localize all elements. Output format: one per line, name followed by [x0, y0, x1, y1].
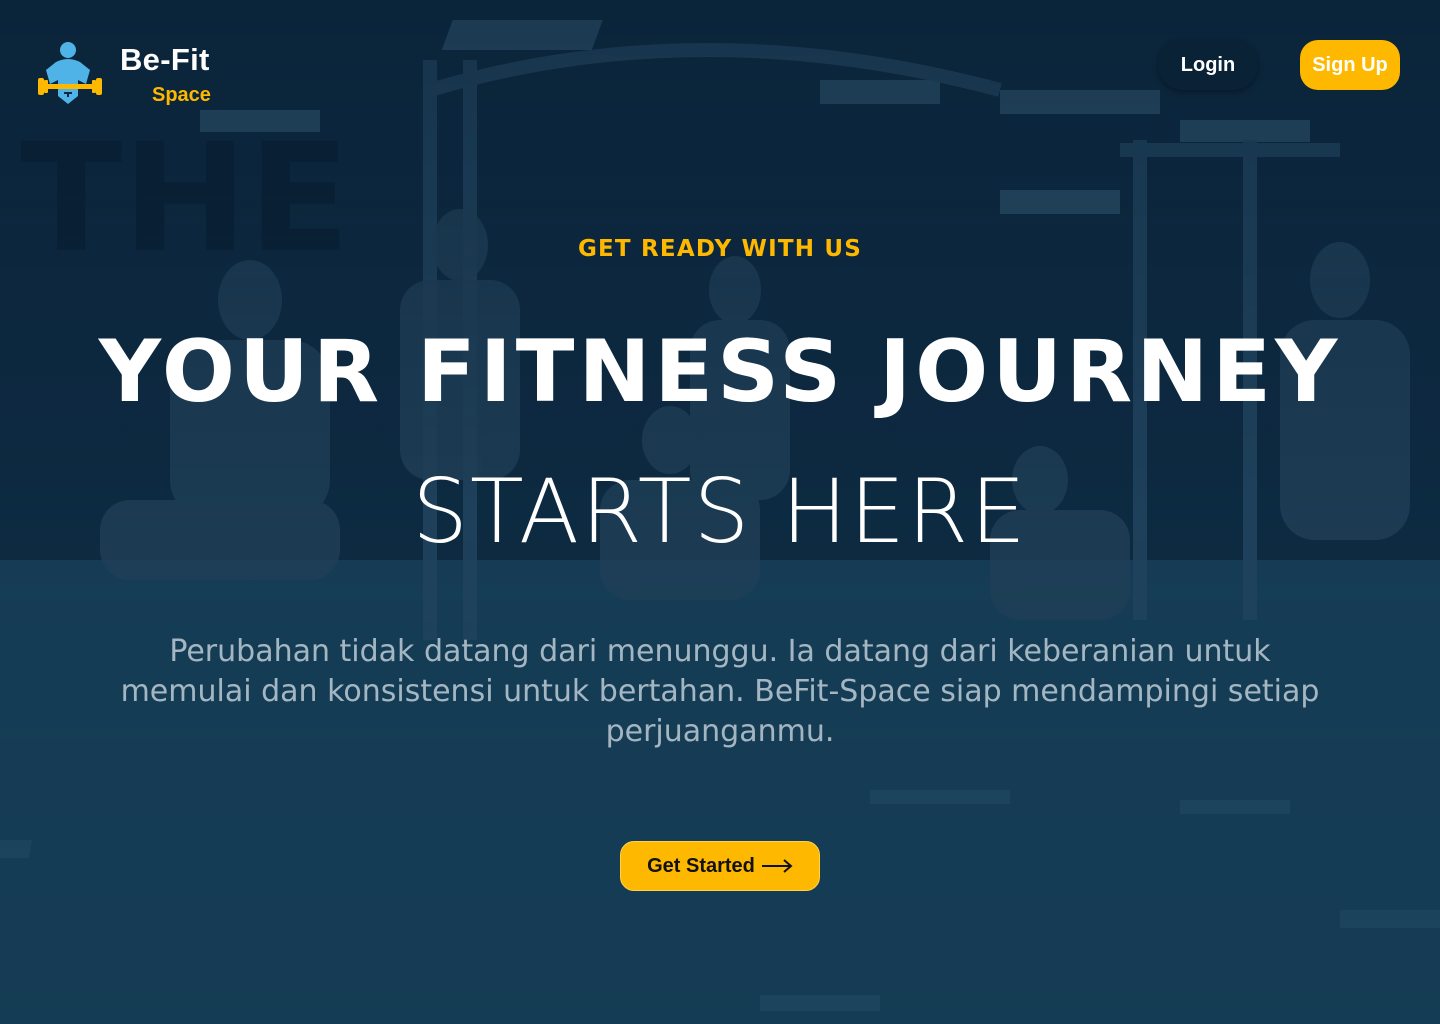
get-started-label: Get Started [647, 854, 755, 877]
hero-eyebrow: GET READY WITH US [577, 236, 863, 262]
login-button[interactable]: Login [1158, 40, 1258, 90]
get-started-button[interactable]: Get Started [620, 841, 820, 891]
landing-page: THE [0, 0, 1440, 1024]
hero-headline: YOUR FITNESS JOURNEY [98, 322, 1342, 422]
brand-logo[interactable]: Be-Fit Space [38, 40, 238, 114]
brand-subtitle: Space [152, 84, 211, 106]
fitness-man-dumbbell-icon [38, 42, 102, 104]
signup-button[interactable]: Sign Up [1300, 40, 1400, 90]
arrow-right-icon [761, 859, 793, 873]
brand-title: Be-Fit [120, 42, 210, 77]
hero-description: Perubahan tidak datang dari menunggu. Ia… [120, 634, 1320, 749]
hero-subheadline: STARTS HERE [412, 460, 1028, 563]
